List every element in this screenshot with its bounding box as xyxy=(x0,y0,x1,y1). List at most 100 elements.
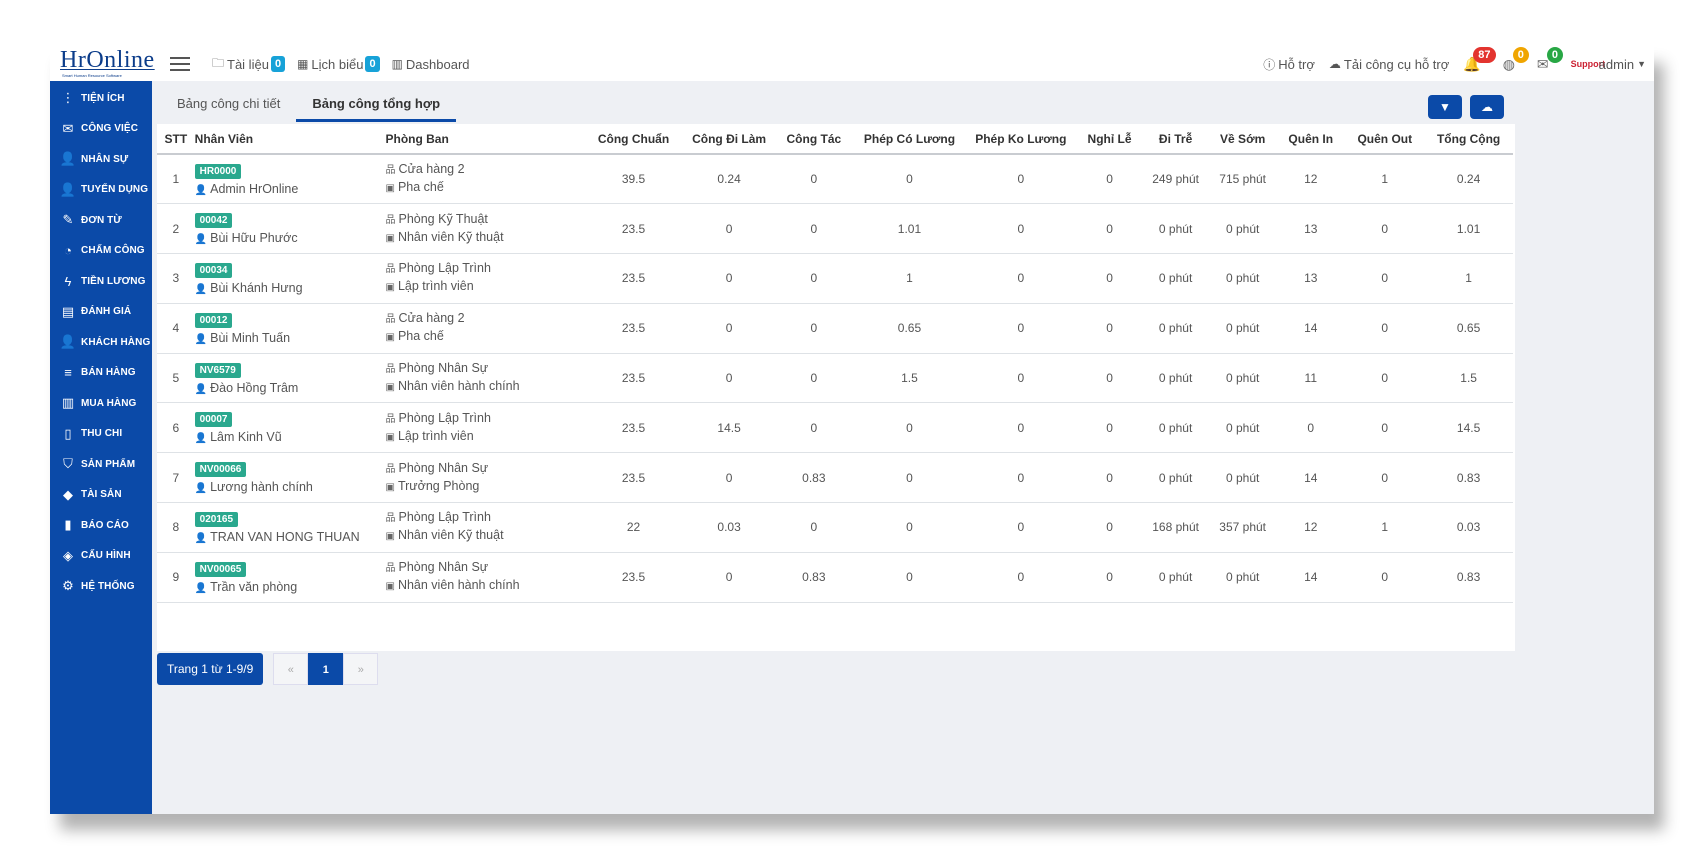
cell-ve-som: 0 phút xyxy=(1209,402,1277,454)
employee-code-badge[interactable]: 00007 xyxy=(194,412,233,428)
column-header: Phòng Ban xyxy=(385,124,583,155)
employee-code-badge[interactable]: 00034 xyxy=(194,262,233,278)
table-row[interactable]: 5 NV6579 👤 Đào Hồng Trâm 品 Phòng Nhân Sự ▣… xyxy=(157,353,1513,404)
menu-toggle-icon[interactable] xyxy=(170,53,190,75)
employee-name[interactable]: Bùi Khánh Hưng xyxy=(210,281,302,295)
mail-notifications[interactable]: ✉ 0 xyxy=(1537,47,1564,73)
upload-button[interactable]: ☁ xyxy=(1470,95,1504,119)
employee-code-badge[interactable]: 00012 xyxy=(194,312,233,328)
sidebar-item[interactable]: ◆ TÀI SẢN xyxy=(50,480,152,511)
employee-code-badge[interactable]: NV00065 xyxy=(194,561,247,577)
sidebar-item[interactable]: 👤 KHÁCH HÀNG xyxy=(50,327,152,358)
employee-code-badge[interactable]: HR0000 xyxy=(194,163,242,179)
timesheet-table: STT Nhân Viên Phòng Ban Công Chuẩn Công Đi L… xyxy=(157,124,1513,603)
sidebar-item[interactable]: 👤 NHÂN SỰ xyxy=(50,144,152,175)
sidebar-item[interactable]: ◈ CẤU HÌNH xyxy=(50,541,152,572)
column-header: Tổng Cộng xyxy=(1424,124,1513,155)
sidebar-item[interactable]: ⚙ HỆ THỐNG xyxy=(50,571,152,602)
sidebar-item[interactable]: ✎ ĐƠN TỪ xyxy=(50,205,152,236)
download-tools-link[interactable]: ☁ Tải công cụ hỗ trợ xyxy=(1329,57,1449,72)
cell-phep-ko-luong: 0 xyxy=(964,552,1077,603)
employee-cell: 020165 👤 TRAN VAN HONG THUAN xyxy=(194,502,386,553)
sidebar-item[interactable]: 👤 TUYỂN DỤNG xyxy=(50,175,152,206)
employee-name[interactable]: Trần văn phòng xyxy=(210,580,297,594)
tab-detail-timesheet[interactable]: Bảng công chi tiết xyxy=(161,89,296,122)
filter-button[interactable]: ▼ xyxy=(1428,95,1462,119)
cell-nghi-le: 0 xyxy=(1076,452,1143,504)
topbar-right: ⓘ Hỗ trợ ☁ Tải công cụ hỗ trợ 🔔 87 ◍ 0 ✉… xyxy=(1263,47,1646,81)
logo[interactable]: HrOnline Smart Human Resource Software xyxy=(50,47,160,81)
globe-notifications[interactable]: ◍ 0 xyxy=(1503,47,1529,73)
sidebar-item-icon: ◈ xyxy=(63,547,73,563)
next-page-button[interactable]: » xyxy=(343,653,379,685)
sidebar-item[interactable]: ▯ THU CHI xyxy=(50,419,152,450)
tab-summary-timesheet[interactable]: Bảng công tổng hợp xyxy=(296,89,457,122)
caret-down-icon: ▼ xyxy=(1637,59,1646,69)
user-name: admin xyxy=(1598,56,1635,72)
page-1-button[interactable]: 1 xyxy=(308,653,344,685)
cell-cong-tac: 0 xyxy=(773,154,855,205)
nav-documents[interactable]: 🗀 Tài liệu 0 xyxy=(212,54,286,75)
top-navbar: HrOnline Smart Human Resource Software 🗀… xyxy=(50,47,1654,81)
id-badge-icon: ▣ xyxy=(385,332,395,344)
employee-code-badge[interactable]: NV6579 xyxy=(194,362,241,378)
cell-quen-in: 12 xyxy=(1276,502,1346,553)
avatar[interactable]: Support xyxy=(1571,53,1606,75)
cell-phep-ko-luong: 0 xyxy=(964,253,1077,304)
employee-name[interactable]: Admin HrOnline xyxy=(210,182,298,196)
table-body: 1 HR0000 👤 Admin HrOnline 品 Cửa hàng 2 ▣ Ph… xyxy=(157,154,1513,603)
position-name: Trưởng Phòng xyxy=(397,478,480,493)
employee-code-badge[interactable]: NV00066 xyxy=(194,462,247,478)
employee-name[interactable]: Bùi Minh Tuấn xyxy=(210,331,290,345)
table-row[interactable]: 2 00042 👤 Bùi Hữu Phước 品 Phòng Kỹ Thuật ▣… xyxy=(157,203,1513,255)
support-link[interactable]: ⓘ Hỗ trợ xyxy=(1263,56,1315,73)
sidebar-item[interactable]: ◔ CHẤM CÔNG xyxy=(50,236,152,267)
sidebar-item-label: CẤU HÌNH xyxy=(81,550,131,562)
id-badge-icon: ▣ xyxy=(385,282,395,294)
department-name: Phòng Lập Trình xyxy=(398,410,491,425)
column-header: Đi Trễ xyxy=(1142,124,1210,155)
sidebar-item[interactable]: ▥ MUA HÀNG xyxy=(50,388,152,419)
table-row[interactable]: 4 00012 👤 Bùi Minh Tuấn 品 Cửa hàng 2 ▣ Pha … xyxy=(157,303,1513,354)
nav-calendar[interactable]: ▦ Lịch biểu 0 xyxy=(297,56,380,72)
table-row[interactable]: 9 NV00065 👤 Trần văn phòng 品 Phòng Nhân Sự… xyxy=(157,552,1513,603)
cell-tong-cong: 1.5 xyxy=(1424,353,1513,404)
table-row[interactable]: 3 00034 👤 Bùi Khánh Hưng 品 Phòng Lập Trình… xyxy=(157,253,1513,304)
column-header: Về Sớm xyxy=(1209,124,1277,155)
employee-name[interactable]: Bùi Hữu Phước xyxy=(210,231,297,245)
cell-nghi-le: 0 xyxy=(1076,353,1143,404)
cell-cong-di-lam: 0 xyxy=(684,303,774,354)
nav-dashboard[interactable]: ▥ Dashboard xyxy=(392,57,470,72)
employee-name[interactable]: Lương hành chính xyxy=(210,480,313,494)
row-index: 5 xyxy=(157,353,195,404)
sidebar-item[interactable]: ϟ TIỀN LƯƠNG xyxy=(50,266,152,297)
id-badge-icon: ▣ xyxy=(385,581,395,593)
table-row[interactable]: 1 HR0000 👤 Admin HrOnline 品 Cửa hàng 2 ▣ Ph… xyxy=(157,154,1513,205)
table-row[interactable]: 8 020165 👤 TRAN VAN HONG THUAN 品 Phòng Lập… xyxy=(157,502,1513,553)
notification-bell[interactable]: 🔔 87 xyxy=(1463,47,1496,73)
sitemap-icon: 品 xyxy=(385,413,396,425)
employee-name[interactable]: TRAN VAN HONG THUAN xyxy=(210,530,360,544)
employee-name[interactable]: Lâm Kinh Vũ xyxy=(210,430,282,444)
sidebar-item[interactable]: ⋮ TIỆN ÍCH xyxy=(50,83,152,114)
department-cell: 品 Phòng Nhân Sự ▣ Trưởng Phòng xyxy=(385,452,583,504)
row-index: 3 xyxy=(157,253,195,304)
employee-code-badge[interactable]: 00042 xyxy=(194,213,233,229)
sidebar-item[interactable]: ≡ BÁN HÀNG xyxy=(50,358,152,389)
prev-page-button[interactable]: « xyxy=(273,653,309,685)
cell-cong-chuan: 23.5 xyxy=(582,253,685,304)
table-row[interactable]: 7 NV00066 👤 Lương hành chính 品 Phòng Nhân … xyxy=(157,452,1513,504)
sidebar-item[interactable]: ⛉ SẢN PHẨM xyxy=(50,449,152,480)
position-name: Nhân viên hành chính xyxy=(397,379,520,394)
sidebar-item[interactable]: ▤ ĐÁNH GIÁ xyxy=(50,297,152,328)
employee-code-badge[interactable]: 020165 xyxy=(194,511,239,527)
user-menu[interactable]: admin ▼ xyxy=(1599,57,1646,72)
logo-text: HrOnline xyxy=(60,47,155,73)
employee-name[interactable]: Đào Hồng Trâm xyxy=(210,381,298,395)
cell-quen-in: 12 xyxy=(1276,154,1346,205)
table-row[interactable]: 6 00007 👤 Lâm Kinh Vũ 品 Phòng Lập Trình ▣ L… xyxy=(157,402,1513,454)
cell-ve-som: 0 phút xyxy=(1209,552,1277,603)
sitemap-icon: 品 xyxy=(385,513,396,525)
sidebar-item[interactable]: ✉ CÔNG VIỆC xyxy=(50,114,152,145)
sidebar-item[interactable]: ▮ BÁO CÁO xyxy=(50,510,152,541)
